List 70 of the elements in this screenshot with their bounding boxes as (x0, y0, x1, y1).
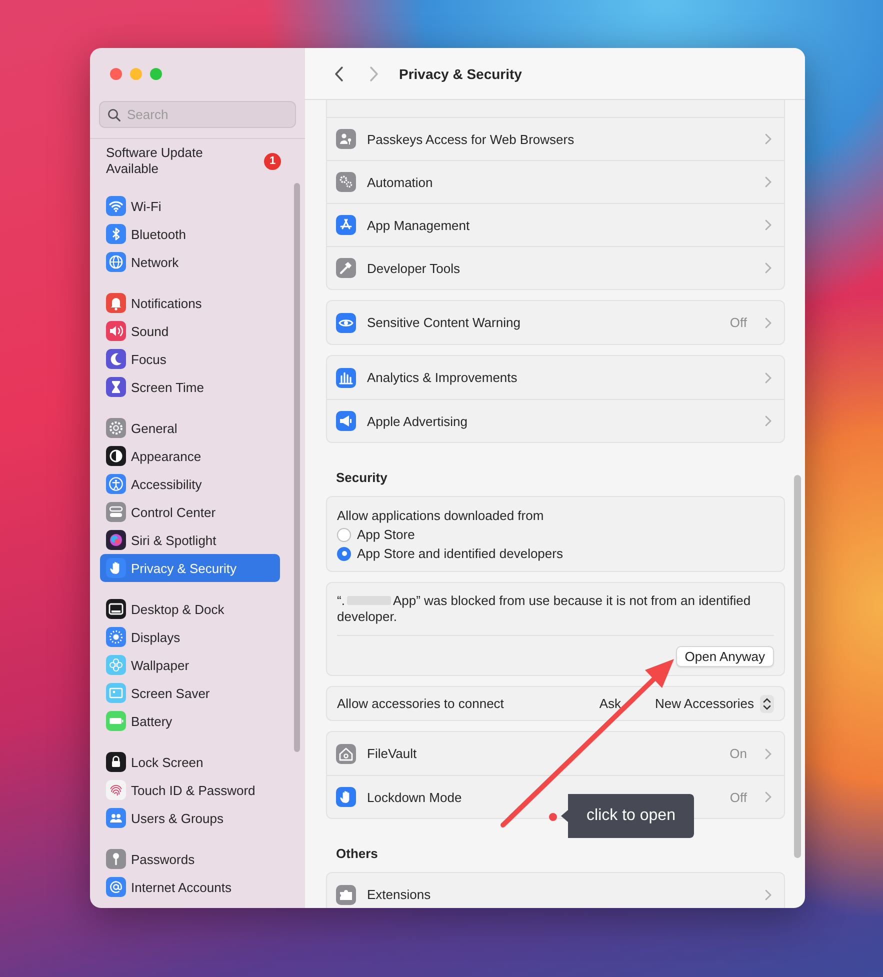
sidebar-item[interactable]: Users & Groups (100, 804, 280, 832)
chevron-icon (764, 262, 772, 274)
close-button[interactable] (110, 68, 122, 80)
settings-row[interactable]: App Management (327, 203, 784, 246)
search-icon (107, 108, 121, 122)
radio-button[interactable] (337, 546, 351, 560)
section-heading: Security (335, 469, 388, 486)
chevron-icon (764, 791, 772, 803)
section-heading: Others (335, 845, 379, 862)
radio-button[interactable] (337, 528, 351, 542)
sidebar-item[interactable]: Wallpaper (100, 651, 280, 679)
sidebar-item[interactable]: Privacy & Security (100, 554, 280, 582)
sidebar-item[interactable]: Displays (100, 623, 280, 651)
notification-badge: 1 (264, 152, 281, 170)
chevron-icon (764, 316, 772, 328)
sidebar-item[interactable]: Notifications (100, 289, 280, 317)
sidebar-item[interactable]: Sound (100, 317, 280, 345)
settings-row[interactable]: Developer Tools (327, 246, 784, 289)
scroll-bar[interactable] (294, 183, 300, 752)
settings-row[interactable]: Passkeys Access for Web Browsers (327, 117, 784, 160)
scroll-bar[interactable] (794, 475, 801, 858)
sidebar-item[interactable]: Passwords (100, 845, 280, 873)
search-input[interactable]: Search (127, 107, 277, 122)
sidebar-item[interactable]: General (100, 414, 280, 442)
open-anyway-button[interactable]: Open Anyway (676, 646, 774, 667)
settings-row[interactable]: Extensions (327, 873, 784, 908)
radio-label[interactable]: App Store and identified developers (357, 546, 563, 561)
settings-row[interactable]: Analytics & Improvements (327, 356, 784, 399)
sidebar-item[interactable]: Wi-Fi (100, 192, 280, 220)
tooltip: click to open (561, 794, 694, 838)
sidebar-item[interactable]: Appearance (100, 442, 280, 470)
radio-label[interactable]: App Store (357, 527, 415, 542)
radio-group-label: Allow applications downloaded from (337, 508, 544, 523)
chevron-icon (764, 372, 772, 384)
setting-label: Allow accessories to connect (337, 696, 504, 711)
settings-row[interactable]: Sensitive Content Warning Off (327, 301, 784, 344)
settings-row[interactable]: Apple Advertising (327, 399, 784, 442)
chevron-icon (764, 415, 772, 427)
sidebar-item[interactable]: Accessibility (100, 470, 280, 498)
chevron-icon (764, 748, 772, 760)
row-value: Off (730, 315, 747, 330)
settings-row[interactable]: Automation (327, 160, 784, 203)
row-value: Off (730, 790, 747, 804)
sidebar-item[interactable]: Battery (100, 707, 280, 735)
chevron-icon (764, 133, 772, 145)
sidebar-item[interactable]: Touch ID & Password (100, 776, 280, 804)
sidebar-item[interactable]: Screen Time (100, 373, 280, 401)
sidebar-item[interactable]: Focus (100, 345, 280, 373)
row-value: On (730, 746, 747, 761)
sidebar-item[interactable]: Desktop & Dock (100, 595, 280, 623)
chevron-icon (764, 176, 772, 188)
search-field[interactable]: Search (99, 101, 296, 128)
sidebar-item[interactable]: Control Center (100, 498, 280, 526)
sidebar-item[interactable]: Bluetooth (100, 220, 280, 248)
zoom-button[interactable] (150, 68, 162, 80)
sidebar-item[interactable]: Network (100, 248, 280, 276)
sidebar-item[interactable]: Lock Screen (100, 748, 280, 776)
back-chevron-icon[interactable] (334, 66, 344, 82)
accessories-popup[interactable]: Ask New Accessories (599, 694, 774, 712)
settings-row[interactable]: FileVault On (327, 732, 784, 775)
minimize-button[interactable] (130, 68, 142, 80)
sidebar-item[interactable]: Siri & Spotlight (100, 526, 280, 554)
sidebar-item[interactable]: Internet Accounts (100, 873, 280, 901)
software-update-link[interactable]: Software Update Available (106, 145, 256, 177)
chevron-icon (764, 888, 772, 900)
chevron-icon (764, 219, 772, 231)
sidebar-item[interactable]: Screen Saver (100, 679, 280, 707)
blocked-app-message: “. App” was blocked from use because it is not from an identified developer. (337, 593, 752, 625)
window-title: Privacy & Security (399, 66, 522, 82)
stepper-icon[interactable] (760, 694, 774, 712)
